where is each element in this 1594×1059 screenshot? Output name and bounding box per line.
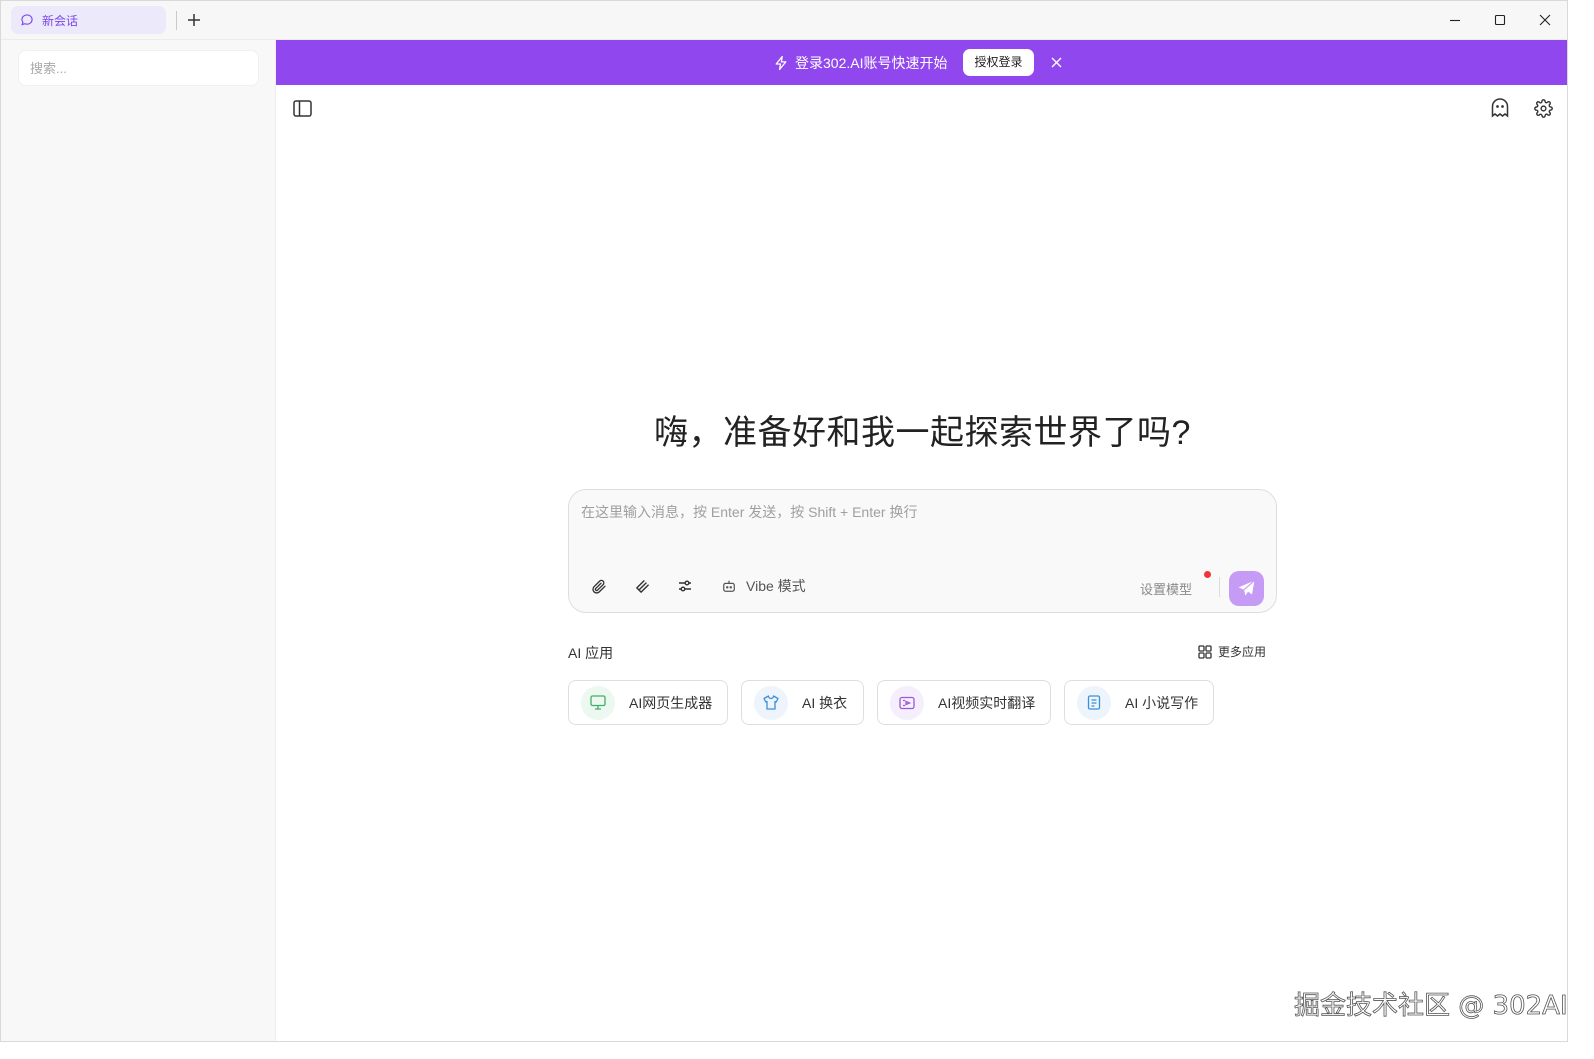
- minimize-icon: [1450, 19, 1460, 22]
- app-icon-wrap: [754, 685, 788, 720]
- tab-divider: [176, 11, 177, 30]
- app-icon-wrap: [581, 685, 615, 720]
- main-panel: 嗨，准备好和我一起探索世界了吗? 在这里输入消息，按 Enter 发送，按 Sh…: [276, 85, 1567, 1041]
- more-apps-label: 更多应用: [1218, 645, 1267, 659]
- chat-bubble-icon: [21, 14, 33, 26]
- settings-button[interactable]: [1531, 96, 1555, 120]
- authorize-login-button[interactable]: 授权登录: [963, 49, 1034, 76]
- send-button[interactable]: [1229, 571, 1264, 606]
- gear-icon: [1533, 98, 1553, 118]
- ai-apps-title: AI 应用: [568, 645, 614, 661]
- attach-file-button[interactable]: [590, 577, 608, 595]
- new-tab-button[interactable]: [184, 9, 204, 31]
- watermark-text: 掘金技术社区 @ 302AI: [1294, 991, 1568, 1022]
- shirt-icon: [763, 695, 779, 710]
- tab-new-conversation[interactable]: 新会话: [11, 6, 166, 34]
- close-icon: [1051, 57, 1062, 68]
- greeting-title: 嗨，准备好和我一起探索世界了吗?: [654, 414, 1191, 452]
- monitor-icon: [590, 695, 606, 710]
- sliders-icon: [679, 580, 691, 592]
- divider: [1219, 577, 1220, 597]
- minimize-button[interactable]: [1444, 9, 1466, 31]
- toggle-sidebar-button[interactable]: [290, 96, 314, 120]
- app-card-web-generator[interactable]: AI网页生成器: [568, 680, 728, 725]
- tools-button[interactable]: [633, 577, 651, 595]
- ghost-icon: [1491, 98, 1509, 118]
- sidebar-toggle-icon: [292, 99, 312, 117]
- banner-text: 登录302.AI账号快速开始: [795, 54, 948, 71]
- app-card-outfit-change[interactable]: AI 换衣: [741, 680, 864, 725]
- tab-label: 新会话: [42, 13, 79, 28]
- maximize-icon: [1494, 14, 1506, 26]
- app-card-video-translate[interactable]: AI视频实时翻译: [877, 680, 1051, 725]
- maximize-button[interactable]: [1489, 9, 1511, 31]
- incognito-button[interactable]: [1488, 96, 1512, 120]
- paperclip-icon: [592, 579, 606, 594]
- message-composer: 在这里输入消息，按 Enter 发送，按 Shift + Enter 换行 Vi…: [568, 489, 1277, 613]
- more-apps-button[interactable]: 更多应用: [1198, 643, 1266, 660]
- plus-icon: [188, 14, 200, 26]
- send-icon: [1238, 580, 1255, 596]
- app-card-label: AI 小说写作: [1125, 694, 1199, 711]
- layers-icon: [635, 579, 649, 593]
- sidebar: [1, 40, 276, 1041]
- banner-close-button[interactable]: [1050, 56, 1064, 70]
- close-icon: [1539, 14, 1551, 26]
- model-params-button[interactable]: [676, 577, 694, 595]
- video-icon: [899, 696, 915, 709]
- vibe-mode-label: Vibe 模式: [746, 578, 806, 594]
- title-bar: 新会话: [1, 1, 1567, 40]
- app-card-label: AI 换衣: [802, 694, 848, 711]
- set-model-button[interactable]: 设置模型: [1140, 579, 1192, 598]
- lightning-icon: [775, 55, 787, 70]
- vibe-mode-button[interactable]: Vibe 模式: [722, 576, 806, 596]
- search-input[interactable]: [18, 50, 259, 86]
- book-icon: [1087, 695, 1101, 710]
- grid-icon: [1198, 644, 1212, 659]
- app-window: 新会话 登录302.AI账号快速开始 授权登录: [0, 0, 1568, 1042]
- app-icon-wrap: [890, 685, 924, 720]
- app-card-label: AI视频实时翻译: [938, 694, 1036, 711]
- app-card-novel-writing[interactable]: AI 小说写作: [1064, 680, 1214, 725]
- message-input[interactable]: 在这里输入消息，按 Enter 发送，按 Shift + Enter 换行: [581, 502, 1261, 522]
- app-card-label: AI网页生成器: [629, 694, 713, 711]
- notification-dot: [1204, 571, 1211, 578]
- close-window-button[interactable]: [1534, 9, 1556, 31]
- app-icon-wrap: [1077, 685, 1111, 720]
- robot-icon: [723, 580, 735, 592]
- login-banner: 登录302.AI账号快速开始 授权登录: [276, 40, 1567, 85]
